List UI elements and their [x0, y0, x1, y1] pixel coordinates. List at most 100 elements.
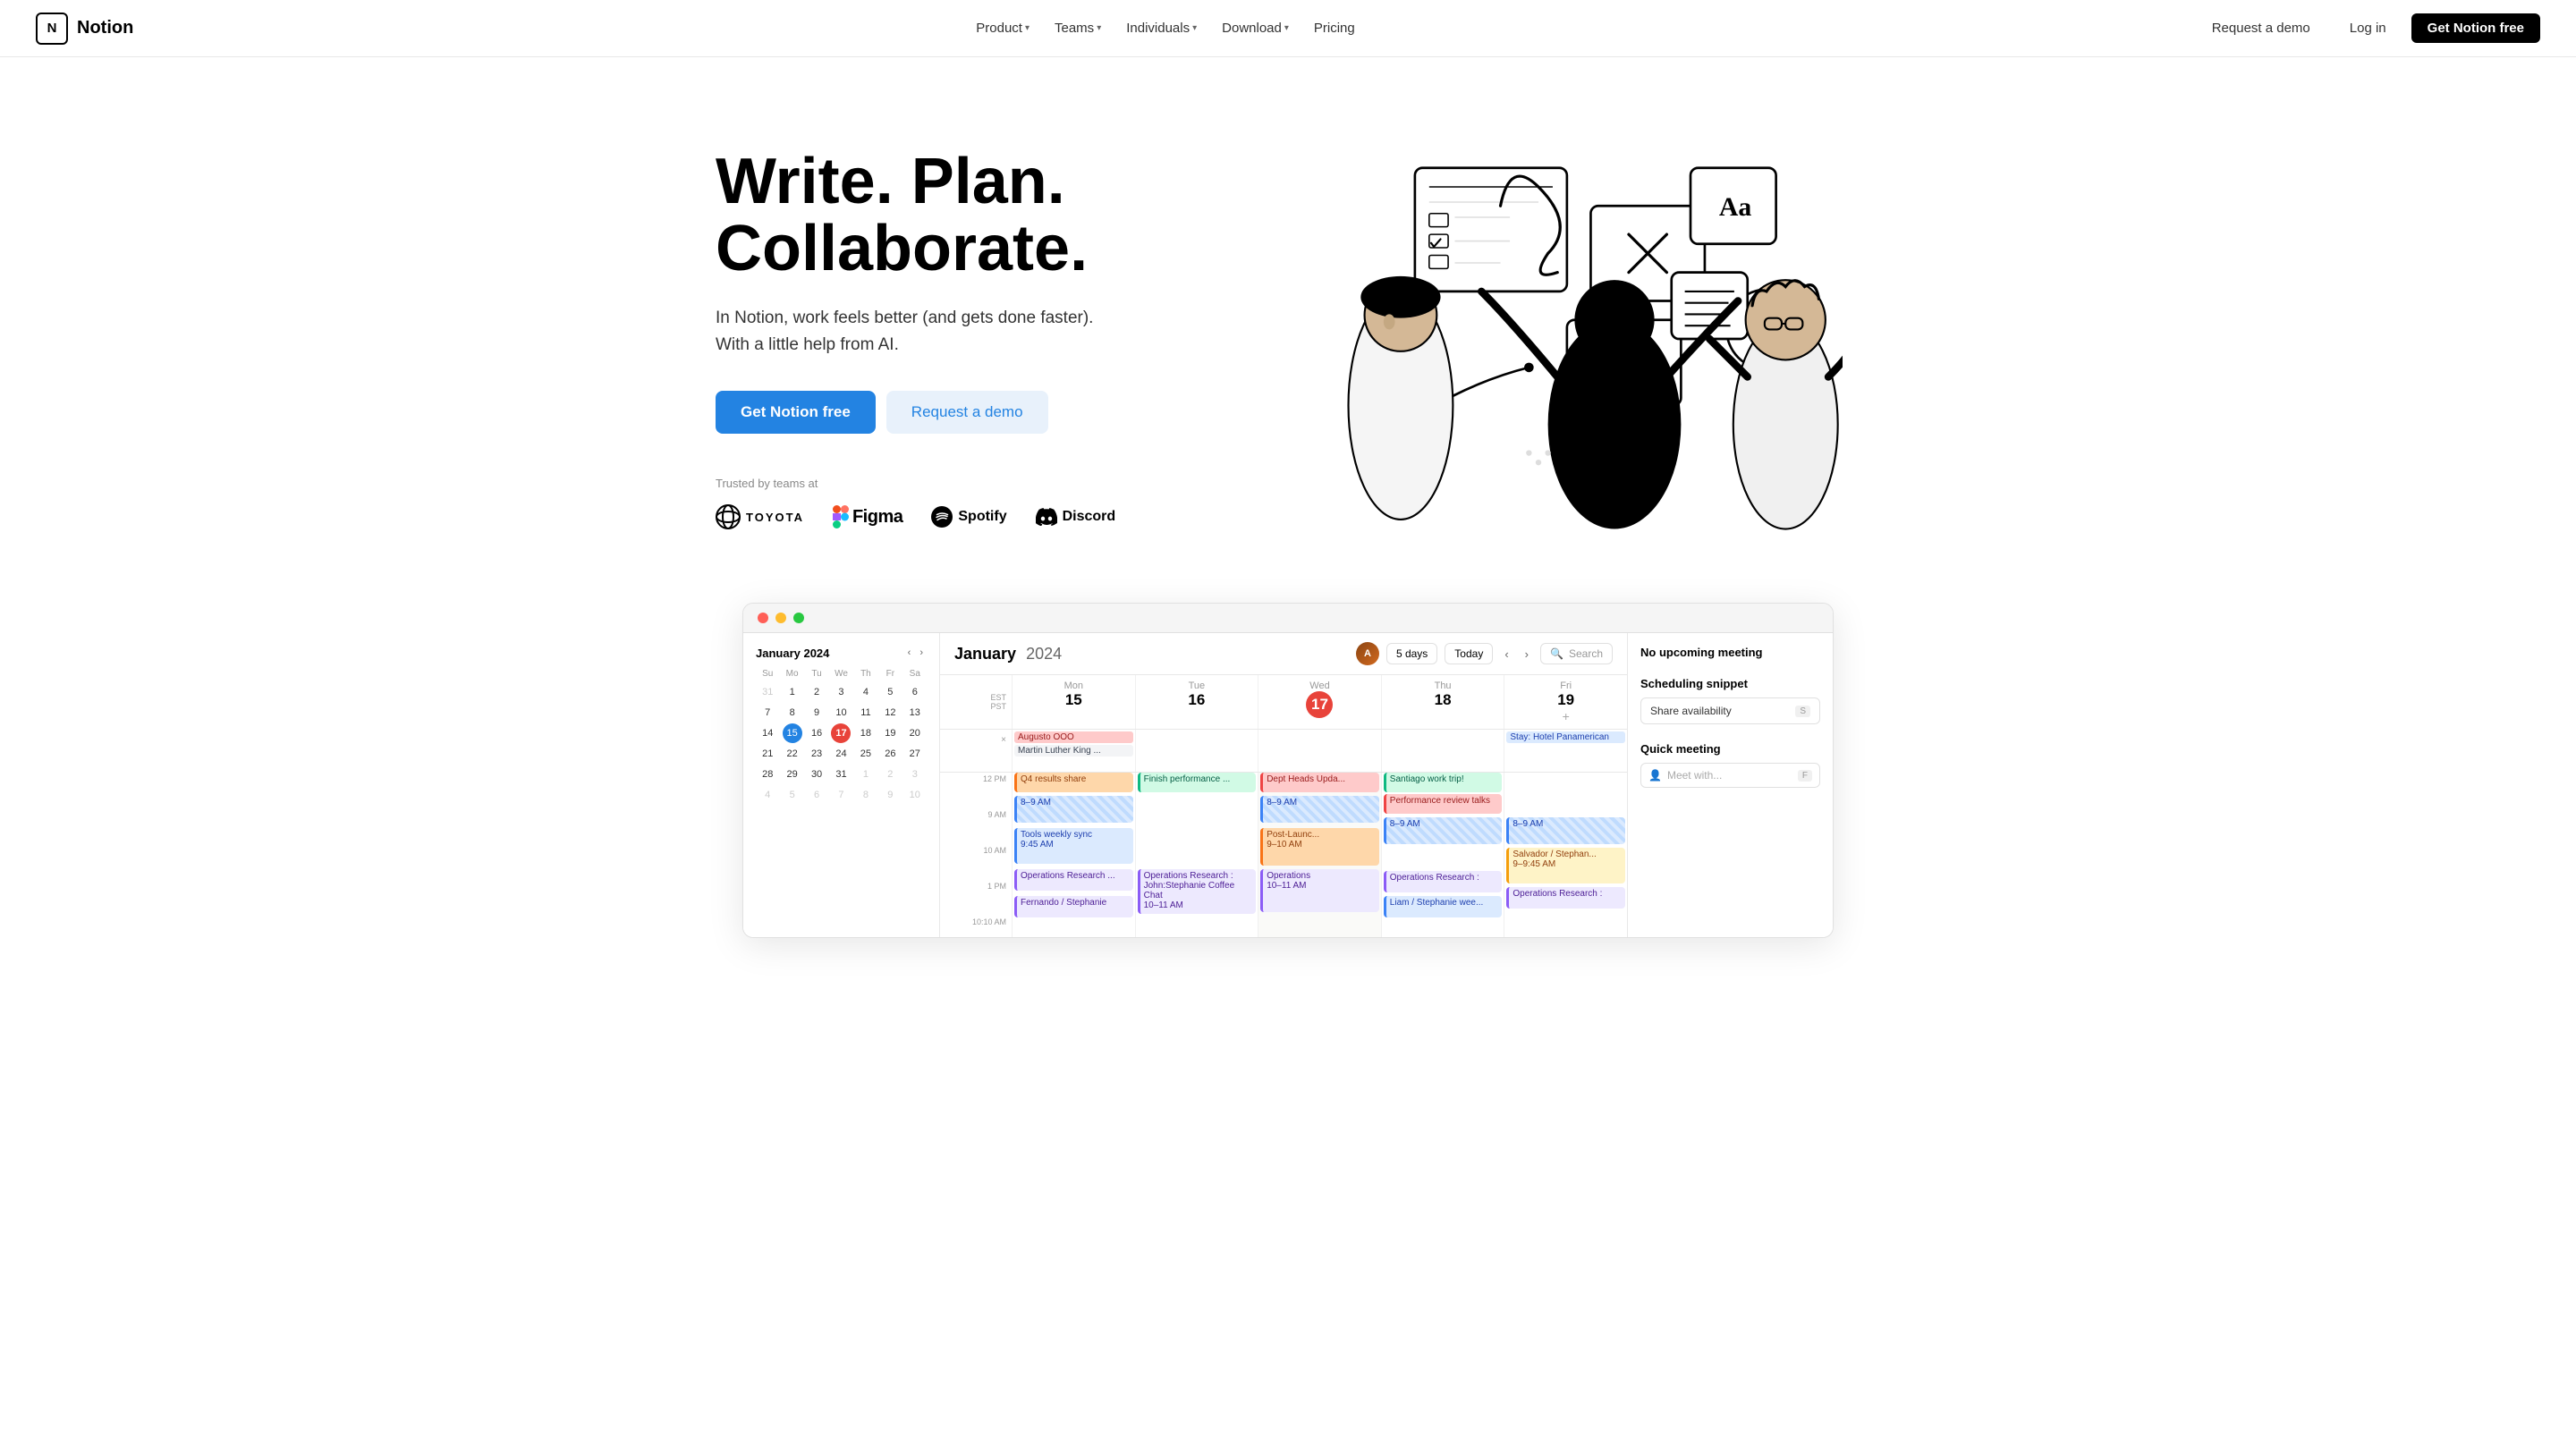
mini-cal-day[interactable]: 10 [905, 785, 925, 805]
mini-cal-day[interactable]: 24 [831, 744, 851, 764]
mini-cal-day[interactable]: 6 [905, 682, 925, 702]
calendar-next-button[interactable]: › [1521, 645, 1533, 664]
mini-cal-day[interactable]: 28 [758, 765, 777, 784]
calendar-event[interactable]: Operations Research : [1384, 871, 1503, 892]
mini-cal-day[interactable]: 1 [856, 765, 876, 784]
calendar-event[interactable]: Post-Launc...9–10 AM [1260, 828, 1379, 866]
mini-cal-day[interactable]: 4 [758, 785, 777, 805]
mini-cal-next-button[interactable]: › [916, 646, 927, 660]
calendar-event[interactable]: Finish performance ... [1138, 773, 1257, 792]
calendar-prev-button[interactable]: ‹ [1500, 645, 1513, 664]
events-col-thu: Santiago work trip! Performance review t… [1381, 773, 1504, 937]
mini-cal-day[interactable]: 6 [807, 785, 826, 805]
allday-event[interactable]: Stay: Hotel Panamerican [1506, 731, 1625, 743]
nav-download[interactable]: Download ▾ [1211, 15, 1300, 41]
mini-cal-day[interactable]: 15 [783, 723, 802, 743]
allday-event[interactable]: Martin Luther King ... [1014, 745, 1133, 757]
mini-cal-day[interactable]: 14 [758, 723, 777, 743]
mini-cal-day[interactable]: 2 [880, 765, 900, 784]
mini-cal-day[interactable]: 12 [880, 703, 900, 723]
get-notion-free-button[interactable]: Get Notion free [2411, 13, 2540, 43]
trusted-section: Trusted by teams at TOYOTA [716, 477, 1216, 529]
mini-cal-day[interactable]: 30 [807, 765, 826, 784]
window-maximize-dot [793, 613, 804, 623]
mini-cal-day[interactable]: 2 [807, 682, 826, 702]
mini-cal-day[interactable]: 7 [758, 703, 777, 723]
calendar-event[interactable]: Q4 results share [1014, 773, 1133, 792]
share-availability-button[interactable]: Share availability S [1640, 697, 1820, 724]
navbar: N Notion Product ▾ Teams ▾ Individuals ▾… [0, 0, 2576, 57]
calendar-event[interactable]: 8–9 AM [1506, 817, 1625, 844]
mini-cal-day[interactable]: 23 [807, 744, 826, 764]
mini-cal-day[interactable]: 18 [856, 723, 876, 743]
mini-cal-day[interactable]: 21 [758, 744, 777, 764]
mini-cal-day[interactable]: 11 [856, 703, 876, 723]
calendar-event[interactable]: Santiago work trip! [1384, 773, 1503, 792]
hero-get-notion-free-button[interactable]: Get Notion free [716, 391, 876, 434]
mini-cal-day[interactable]: 1 [783, 682, 802, 702]
calendar-event[interactable]: Performance review talks [1384, 794, 1503, 814]
calendar-event[interactable]: Operations Research : John:Stephanie Cof… [1138, 869, 1257, 914]
login-button[interactable]: Log in [2335, 13, 2401, 43]
mini-cal-day[interactable]: 25 [856, 744, 876, 764]
calendar-event[interactable]: Operations10–11 AM [1260, 869, 1379, 912]
nav-teams[interactable]: Teams ▾ [1044, 15, 1112, 41]
mini-cal-day[interactable]: 3 [831, 682, 851, 702]
nav-pricing[interactable]: Pricing [1303, 15, 1366, 41]
mini-cal-day[interactable]: 5 [880, 682, 900, 702]
calendar-search[interactable]: 🔍 Search [1540, 643, 1613, 664]
calendar-today-button[interactable]: Today [1445, 643, 1493, 664]
mini-cal-day[interactable]: 19 [880, 723, 900, 743]
logo[interactable]: N Notion [36, 13, 133, 45]
mini-cal-day[interactable]: 13 [905, 703, 925, 723]
allday-label: × [940, 730, 1012, 772]
nav-product[interactable]: Product ▾ [965, 15, 1040, 41]
add-event-icon[interactable]: + [1508, 709, 1623, 723]
chevron-down-icon: ▾ [1284, 23, 1289, 33]
mini-cal-day[interactable]: 9 [880, 785, 900, 805]
allday-event[interactable]: Augusto OOO [1014, 731, 1133, 743]
mini-cal-day-header: We [829, 669, 852, 679]
hero-request-demo-button[interactable]: Request a demo [886, 391, 1048, 434]
hero-illustration: Aa ? [1216, 111, 1860, 567]
mini-cal-day[interactable]: 4 [856, 682, 876, 702]
mini-calendar-sidebar: January 2024 ‹ › Su Mo Tu We Th Fr Sa [743, 633, 940, 937]
mini-cal-day[interactable]: 3 [905, 765, 925, 784]
time-slot: 10 AM [940, 844, 1012, 880]
quick-meeting-section: Quick meeting 👤 Meet with... F [1640, 742, 1820, 788]
mini-cal-day[interactable]: 31 [758, 682, 777, 702]
mini-cal-day[interactable]: 8 [783, 703, 802, 723]
mini-cal-day[interactable]: 26 [880, 744, 900, 764]
calendar-event[interactable]: 8–9 AM [1260, 796, 1379, 823]
calendar-event[interactable]: Dept Heads Upda... [1260, 773, 1379, 792]
mini-cal-day[interactable]: 10 [831, 703, 851, 723]
mini-cal-day[interactable]: 22 [783, 744, 802, 764]
calendar-event[interactable]: Tools weekly sync9:45 AM [1014, 828, 1133, 864]
calendar-event[interactable]: 8–9 AM [1384, 817, 1503, 844]
mini-cal-day[interactable]: 5 [783, 785, 802, 805]
mini-cal-day[interactable]: 31 [831, 765, 851, 784]
mini-cal-day[interactable]: 20 [905, 723, 925, 743]
mini-cal-day[interactable]: 27 [905, 744, 925, 764]
mini-cal-day[interactable]: 29 [783, 765, 802, 784]
mini-cal-day[interactable]: 9 [807, 703, 826, 723]
calendar-event[interactable]: Operations Research ... [1014, 869, 1133, 891]
calendar-days-button[interactable]: 5 days [1386, 643, 1437, 664]
meet-with-row[interactable]: 👤 Meet with... F [1640, 763, 1820, 788]
calendar-event[interactable]: Operations Research : [1506, 887, 1625, 909]
no-upcoming-meeting-section: No upcoming meeting [1640, 646, 1820, 659]
nav-individuals[interactable]: Individuals ▾ [1115, 15, 1208, 41]
request-demo-button[interactable]: Request a demo [2198, 13, 2325, 43]
mini-cal-prev-button[interactable]: ‹ [904, 646, 915, 660]
events-col-tue: Finish performance ... Operations Resear… [1135, 773, 1258, 937]
person-icon: 👤 [1648, 769, 1662, 782]
mini-cal-day[interactable]: 16 [807, 723, 826, 743]
mini-cal-day[interactable]: 8 [856, 785, 876, 805]
calendar-event[interactable]: Salvador / Stephan...9–9:45 AM [1506, 848, 1625, 883]
cal-col-header-wed-today: Wed 17 [1258, 675, 1381, 729]
calendar-event[interactable]: Fernando / Stephanie [1014, 896, 1133, 917]
mini-cal-day-today[interactable]: 17 [831, 723, 851, 743]
calendar-event[interactable]: Liam / Stephanie wee... [1384, 896, 1503, 917]
calendar-event[interactable]: 8–9 AM [1014, 796, 1133, 823]
mini-cal-day[interactable]: 7 [831, 785, 851, 805]
